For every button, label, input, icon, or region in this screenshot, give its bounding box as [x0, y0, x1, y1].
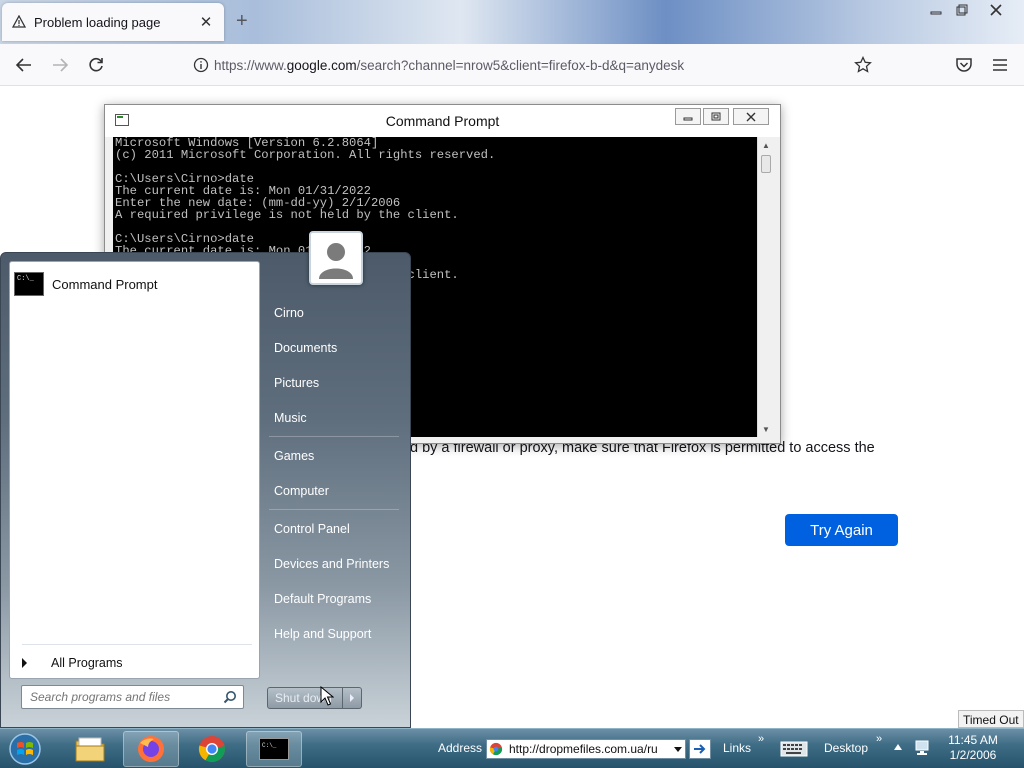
start-link-games[interactable]: Games	[274, 449, 314, 463]
cmd-scrollbar[interactable]: ▲ ▼	[757, 137, 773, 437]
info-icon[interactable]	[188, 57, 214, 73]
taskbar: C:\_ Address Links » Desktop » 11:45 AM …	[0, 728, 1024, 768]
desktop-label[interactable]: Desktop	[824, 741, 868, 755]
firefox-icon	[138, 736, 164, 762]
windows-logo-icon	[9, 733, 41, 765]
address-label: Address	[438, 741, 483, 755]
start-link-help-support[interactable]: Help and Support	[274, 627, 371, 641]
close-tab-icon[interactable]: ✕	[198, 13, 214, 31]
restore-window-button[interactable]	[948, 0, 976, 20]
bookmark-star-icon[interactable]	[852, 54, 874, 76]
all-programs-button[interactable]: All Programs	[20, 652, 250, 674]
start-link-default-programs[interactable]: Default Programs	[274, 592, 371, 606]
back-arrow-icon[interactable]	[13, 54, 35, 76]
address-toolbar[interactable]	[486, 739, 686, 759]
chrome-icon	[489, 741, 505, 757]
start-menu: C:\_ Command Prompt All Programs Cirno D…	[0, 231, 411, 728]
command-prompt-icon: C:\_	[259, 738, 289, 760]
user-avatar[interactable]	[309, 231, 363, 285]
mouse-cursor-icon	[320, 685, 335, 706]
close-window-button[interactable]	[982, 0, 1010, 20]
taskbar-chrome-button[interactable]	[184, 731, 240, 767]
triangle-right-icon	[22, 658, 27, 668]
taskbar-clock[interactable]: 11:45 AM 1/2/2006	[940, 733, 1006, 763]
pocket-icon[interactable]	[953, 54, 975, 76]
cmd-title-bar[interactable]: Command Prompt	[105, 105, 780, 137]
start-link-pictures[interactable]: Pictures	[274, 376, 319, 390]
try-again-button[interactable]: Try Again	[785, 514, 898, 546]
chevron-down-icon[interactable]	[674, 747, 682, 752]
cmd-maximize-icon[interactable]	[703, 108, 729, 125]
menu-hamburger-icon[interactable]	[989, 54, 1011, 76]
taskbar-cmd-button[interactable]: C:\_	[246, 731, 302, 767]
clock-date: 1/2/2006	[949, 748, 997, 762]
triangle-right-icon	[350, 694, 354, 702]
scroll-down-icon[interactable]: ▼	[758, 421, 774, 437]
scroll-thumb[interactable]	[761, 155, 771, 173]
start-link-music[interactable]: Music	[274, 411, 307, 425]
start-menu-programs-pane: C:\_ Command Prompt All Programs	[9, 261, 260, 679]
links-label[interactable]: Links	[723, 741, 751, 755]
url-bar[interactable]: https://www.google.com/search?channel=nr…	[182, 50, 882, 80]
status-timed-out: Timed Out	[958, 710, 1024, 728]
command-prompt-icon: C:\_	[14, 272, 44, 296]
new-tab-button[interactable]: +	[236, 11, 248, 31]
start-menu-divider	[22, 644, 252, 645]
all-programs-label: All Programs	[51, 656, 123, 670]
browser-tab-bar: Problem loading page ✕ +	[0, 0, 1024, 44]
start-item-command-prompt[interactable]: C:\_ Command Prompt	[14, 268, 254, 300]
minimize-window-button[interactable]	[922, 0, 950, 20]
start-link-computer[interactable]: Computer	[274, 484, 329, 498]
cmd-minimize-icon[interactable]	[675, 108, 701, 125]
warning-icon	[12, 15, 26, 29]
clock-time: 11:45 AM	[948, 733, 998, 747]
reload-icon[interactable]	[85, 54, 107, 76]
start-link-control-panel[interactable]: Control Panel	[274, 522, 350, 536]
taskbar-firefox-button[interactable]	[123, 731, 179, 767]
network-icon[interactable]	[914, 739, 932, 757]
start-search-input[interactable]	[30, 690, 210, 704]
start-link-user[interactable]: Cirno	[274, 306, 304, 320]
tray-overflow-icon[interactable]	[894, 744, 902, 750]
start-item-label: Command Prompt	[52, 276, 158, 292]
address-input[interactable]	[509, 742, 669, 756]
browser-tab[interactable]: Problem loading page ✕	[2, 3, 224, 41]
svg-text:C:\_: C:\_	[262, 742, 277, 749]
scroll-up-icon[interactable]: ▲	[758, 137, 774, 153]
forward-arrow-icon[interactable]	[49, 54, 71, 76]
arrow-right-icon	[694, 744, 706, 754]
start-link-documents[interactable]: Documents	[274, 341, 337, 355]
address-go-button[interactable]	[689, 739, 711, 759]
cmd-close-icon[interactable]	[733, 108, 769, 125]
start-menu-divider	[269, 436, 399, 437]
start-menu-divider	[269, 509, 399, 510]
start-link-devices-printers[interactable]: Devices and Printers	[274, 557, 389, 571]
search-icon[interactable]	[223, 690, 237, 707]
tab-title: Problem loading page	[34, 14, 161, 30]
url-text: https://www.google.com/search?channel=nr…	[214, 57, 685, 73]
folder-icon	[75, 737, 105, 762]
taskbar-explorer-button[interactable]	[62, 731, 118, 767]
desktop-overflow-icon[interactable]: »	[876, 733, 882, 745]
keyboard-icon[interactable]	[780, 739, 808, 759]
start-search-box[interactable]	[21, 685, 244, 709]
links-overflow-icon[interactable]: »	[758, 733, 764, 745]
start-button[interactable]	[6, 731, 44, 767]
shutdown-options-button[interactable]	[343, 687, 362, 709]
chrome-icon	[198, 736, 225, 763]
browser-nav-bar: https://www.google.com/search?channel=nr…	[0, 44, 1024, 86]
